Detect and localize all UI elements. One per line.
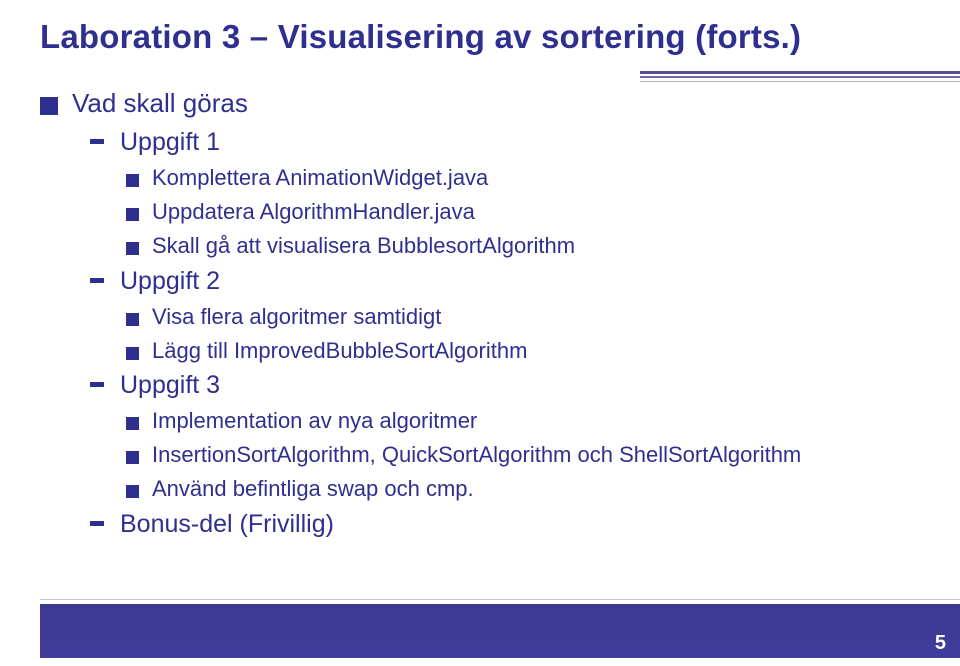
- level3-text: Visa flera algoritmer samtidigt: [152, 301, 441, 333]
- page-number: 5: [935, 632, 946, 655]
- footer-divider: [40, 599, 960, 600]
- level3-item: Uppdatera AlgorithmHandler.java: [126, 196, 920, 228]
- level3-text: Skall gå att visualisera BubblesortAlgor…: [152, 230, 575, 262]
- dash-bullet-icon: [90, 139, 104, 144]
- dash-bullet-icon: [90, 278, 104, 283]
- level1-text: Vad skall göras: [72, 86, 248, 121]
- level2-item: Uppgift 2: [90, 264, 920, 299]
- level1-item: Vad skall göras: [40, 86, 920, 121]
- square-bullet-icon: [126, 313, 139, 326]
- dash-bullet-icon: [90, 521, 104, 526]
- square-bullet-icon: [126, 174, 139, 187]
- level2-text: Uppgift 3: [120, 368, 220, 403]
- slide: Laboration 3 – Visualisering av sorterin…: [0, 0, 960, 666]
- square-bullet-icon: [126, 417, 139, 430]
- level2-item: Uppgift 3: [90, 368, 920, 403]
- footer-band: [40, 604, 960, 658]
- square-bullet-icon: [126, 208, 139, 221]
- level3-text: Komplettera AnimationWidget.java: [152, 162, 488, 194]
- level3-text: Använd befintliga swap och cmp.: [152, 473, 474, 505]
- dash-bullet-icon: [90, 382, 104, 387]
- level3-text: Lägg till ImprovedBubbleSortAlgorithm: [152, 335, 527, 367]
- square-bullet-icon: [126, 485, 139, 498]
- square-bullet-icon: [126, 242, 139, 255]
- square-bullet-icon: [126, 347, 139, 360]
- content: Vad skall göras Uppgift 1 Komplettera An…: [40, 86, 920, 542]
- level2-item: Bonus-del (Frivillig): [90, 507, 920, 542]
- level3-item: Komplettera AnimationWidget.java: [126, 162, 920, 194]
- title-divider: [620, 71, 960, 85]
- level2-text: Uppgift 1: [120, 125, 220, 160]
- level3-item: Skall gå att visualisera BubblesortAlgor…: [126, 230, 920, 262]
- level3-text: Uppdatera AlgorithmHandler.java: [152, 196, 475, 228]
- level3-item: InsertionSortAlgorithm, QuickSortAlgorit…: [126, 439, 920, 471]
- level3-item: Implementation av nya algoritmer: [126, 405, 920, 437]
- level2-item: Uppgift 1: [90, 125, 920, 160]
- square-bullet-icon: [126, 451, 139, 464]
- level3-item: Använd befintliga swap och cmp.: [126, 473, 920, 505]
- level3-text: Implementation av nya algoritmer: [152, 405, 477, 437]
- level2-text: Uppgift 2: [120, 264, 220, 299]
- level3-item: Visa flera algoritmer samtidigt: [126, 301, 920, 333]
- square-bullet-icon: [40, 97, 58, 115]
- level3-text: InsertionSortAlgorithm, QuickSortAlgorit…: [152, 439, 801, 471]
- slide-title: Laboration 3 – Visualisering av sorterin…: [40, 18, 920, 56]
- level2-text: Bonus-del (Frivillig): [120, 507, 334, 542]
- level3-item: Lägg till ImprovedBubbleSortAlgorithm: [126, 335, 920, 367]
